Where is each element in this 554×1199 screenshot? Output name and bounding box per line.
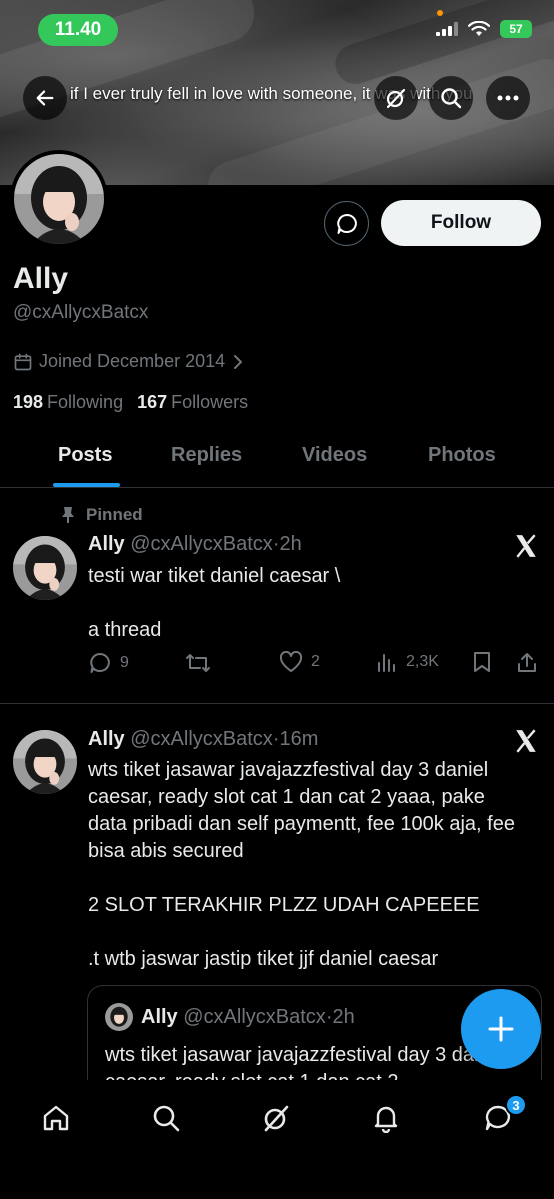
following-label: Following xyxy=(47,392,124,412)
pinned-label: Pinned xyxy=(86,505,143,524)
heart-icon xyxy=(279,651,303,672)
joined-date[interactable]: Joined December 2014 xyxy=(13,351,245,372)
quote-time: 2h xyxy=(332,1006,355,1028)
repost-icon xyxy=(186,654,210,672)
follow-stats: 198 Following 167 Followers xyxy=(13,392,248,413)
more-icon xyxy=(497,95,519,101)
share-button[interactable] xyxy=(516,651,538,673)
bookmark-button[interactable] xyxy=(472,651,492,673)
grok-icon xyxy=(264,1105,289,1132)
search-icon xyxy=(153,1105,180,1132)
profile-handle: @cxAllycxBatcx xyxy=(13,302,149,323)
avatar-photo xyxy=(14,154,104,244)
quote-author-name: Ally xyxy=(141,1006,178,1028)
x-logo-icon xyxy=(516,729,536,753)
more-button[interactable] xyxy=(486,76,530,120)
x-logo-icon xyxy=(516,534,536,558)
privacy-indicator-dot xyxy=(437,10,443,16)
post-text[interactable]: wts tiket jasawar javajazzfestival day 3… xyxy=(88,757,518,973)
post-header: Ally @cxAllycxBatcx·16m xyxy=(88,728,318,751)
views-icon xyxy=(378,654,395,672)
post-author-handle: @cxAllycxBatcx xyxy=(130,728,273,750)
pinned-indicator: Pinned xyxy=(60,505,143,525)
signal-icon xyxy=(436,22,458,36)
tab-videos[interactable]: Videos xyxy=(302,444,367,467)
like-count: 2 xyxy=(311,653,320,670)
avatar-photo xyxy=(13,730,77,794)
tab-photos[interactable]: Photos xyxy=(428,444,496,467)
arrow-left-icon xyxy=(36,90,54,106)
post-actions: 9 2 2,3K xyxy=(88,651,543,677)
grok-icon xyxy=(386,88,406,109)
like-button[interactable]: 2 xyxy=(279,651,320,673)
reply-icon xyxy=(90,653,110,673)
following-count: 198 xyxy=(13,392,44,412)
views-button[interactable]: 2,3K xyxy=(376,651,439,673)
quote-header: Ally @cxAllycxBatcx·2h xyxy=(141,1006,355,1029)
battery-indicator: 57 xyxy=(500,20,532,38)
plus-icon xyxy=(488,1016,514,1042)
grok-button[interactable] xyxy=(374,76,418,120)
post-time: 16m xyxy=(279,728,319,750)
joined-text: Joined December 2014 xyxy=(39,351,226,371)
tab-replies[interactable]: Replies xyxy=(171,444,242,467)
status-icons: 57 xyxy=(436,20,532,38)
nav-notifications[interactable] xyxy=(366,1098,406,1138)
post-avatar[interactable] xyxy=(13,730,77,794)
post-time: 2h xyxy=(279,533,302,555)
search-button[interactable] xyxy=(429,76,473,120)
post-text[interactable]: testi war tiket daniel caesar \ a thread xyxy=(88,563,518,644)
followers-link[interactable]: 167 Followers xyxy=(137,392,248,413)
reply-count: 9 xyxy=(120,654,129,671)
post-author-handle: @cxAllycxBatcx xyxy=(130,533,273,555)
following-link[interactable]: 198 Following xyxy=(13,392,123,413)
bookmark-icon xyxy=(474,652,490,672)
followers-label: Followers xyxy=(171,392,249,412)
profile-name: Ally xyxy=(13,262,69,295)
reply-button[interactable]: 9 xyxy=(88,651,129,675)
post-author-name[interactable]: Ally xyxy=(88,533,125,555)
bottom-navigation xyxy=(0,1080,554,1199)
followers-count: 167 xyxy=(137,392,168,412)
active-tab-indicator xyxy=(53,483,120,487)
messages-badge: 3 xyxy=(505,1094,527,1116)
tab-posts[interactable]: Posts xyxy=(58,444,112,467)
nav-search[interactable] xyxy=(146,1098,186,1138)
message-button[interactable] xyxy=(324,201,369,246)
compose-button[interactable] xyxy=(461,989,541,1069)
home-icon xyxy=(43,1105,69,1131)
wifi-icon xyxy=(468,21,490,36)
post-divider xyxy=(0,703,554,704)
quote-author-handle: @cxAllycxBatcx xyxy=(183,1006,326,1028)
status-time: 11.40 xyxy=(38,14,118,46)
follow-button[interactable]: Follow xyxy=(381,200,541,246)
post-avatar[interactable] xyxy=(13,536,77,600)
post-header: Ally @cxAllycxBatcx·2h xyxy=(88,533,302,556)
profile-avatar[interactable] xyxy=(10,150,108,248)
back-button[interactable] xyxy=(23,76,67,120)
chevron-right-icon xyxy=(234,354,243,369)
view-count: 2,3K xyxy=(406,653,439,670)
search-icon xyxy=(441,88,462,109)
nav-grok[interactable] xyxy=(256,1098,296,1138)
nav-home[interactable] xyxy=(36,1098,76,1138)
avatar-photo xyxy=(105,1003,133,1031)
share-icon xyxy=(518,653,536,672)
post-author-name[interactable]: Ally xyxy=(88,728,125,750)
profile-tabs: Posts Replies Videos Photos xyxy=(0,426,554,488)
repost-button[interactable] xyxy=(185,651,211,675)
avatar-photo xyxy=(13,536,77,600)
calendar-icon xyxy=(14,353,32,370)
bell-icon xyxy=(374,1106,398,1133)
quote-avatar xyxy=(105,1003,133,1031)
chat-bubble-icon xyxy=(336,213,357,234)
pin-icon xyxy=(62,507,74,523)
